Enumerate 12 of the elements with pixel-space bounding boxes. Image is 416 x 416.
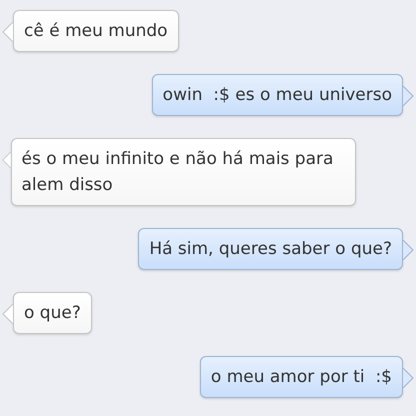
bubble-tail-icon (402, 368, 414, 388)
bubble-tail-icon (2, 304, 14, 324)
message-bubble: és o meu infinito e não há mais para alem disso (10, 138, 356, 206)
message-bubble: owin :$ es o meu universo (152, 74, 403, 116)
message-bubble: o que? (13, 292, 92, 334)
message-bubble: o meu amor por ti :$ (200, 356, 403, 398)
message-bubble: Há sim, queres saber o que? (138, 228, 403, 270)
bubble-tail-icon (2, 150, 12, 170)
message-bubble: cê é meu mundo (13, 10, 179, 52)
bubble-tail-icon (402, 240, 414, 260)
bubble-tail-icon (2, 22, 14, 42)
bubble-tail-icon (402, 86, 414, 106)
